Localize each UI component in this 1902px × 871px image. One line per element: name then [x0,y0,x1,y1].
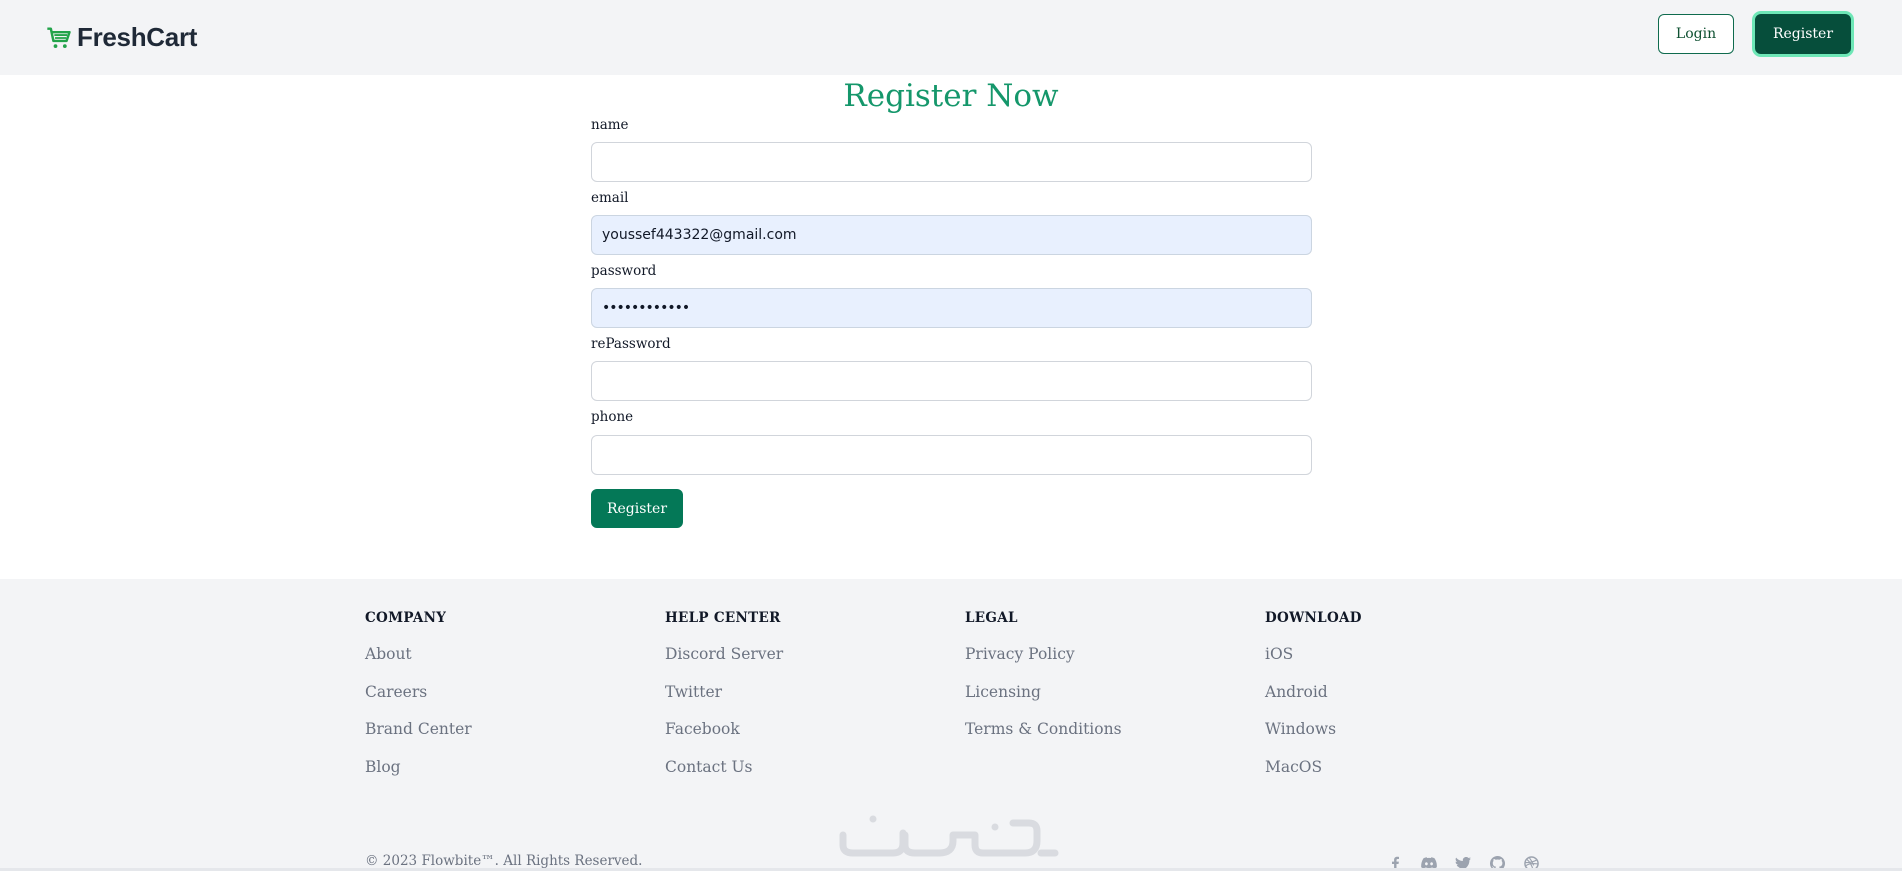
brand-name: FreshCart [77,22,198,52]
footer-column-download: DOWNLOAD iOS Android Windows MacOS [1265,610,1362,795]
name-label: name [591,117,629,133]
footer-link[interactable]: Brand Center [365,719,472,757]
footer: COMPANY About Careers Brand Center Blog … [0,579,1902,871]
footer-heading: HELP CENTER [665,610,781,626]
repassword-input[interactable] [591,361,1312,401]
footer-column-help-center: HELP CENTER Discord Server Twitter Faceb… [665,610,783,795]
footer-column-company: COMPANY About Careers Brand Center Blog [365,610,472,795]
footer-link[interactable]: About [365,644,472,682]
password-label: password [591,263,657,279]
password-input[interactable]: •••••••••••• [591,288,1312,328]
footer-link[interactable]: iOS [1265,644,1362,682]
footer-link[interactable]: Contact Us [665,757,783,795]
footer-link[interactable]: Android [1265,682,1362,720]
footer-link[interactable]: Facebook [665,719,783,757]
footer-link[interactable]: Twitter [665,682,783,720]
footer-column-legal: LEGAL Privacy Policy Licensing Terms & C… [965,610,1122,757]
email-input[interactable]: youssef443322@gmail.com [591,215,1312,255]
phone-input[interactable] [591,435,1312,475]
repassword-label: rePassword [591,336,671,352]
login-button[interactable]: Login [1658,14,1734,54]
khamsat-watermark-logo [839,815,1059,857]
name-input[interactable] [591,142,1312,182]
footer-link[interactable]: Discord Server [665,644,783,682]
register-submit-button[interactable]: Register [591,489,683,528]
page-title: Register Now [843,78,1059,114]
email-label: email [591,190,629,206]
brand-logo[interactable]: FreshCart [45,22,197,53]
footer-link[interactable]: Licensing [965,682,1122,720]
navbar: FreshCart Login Register [0,0,1902,75]
footer-link[interactable]: MacOS [1265,757,1362,795]
footer-heading: DOWNLOAD [1265,610,1362,626]
footer-link[interactable]: Terms & Conditions [965,719,1122,757]
phone-label: phone [591,409,634,425]
cart-icon [47,26,71,48]
footer-link[interactable]: Privacy Policy [965,644,1122,682]
footer-heading: LEGAL [965,610,1018,626]
copyright-text: © 2023 Flowbite™. All Rights Reserved. [365,853,643,869]
footer-link[interactable]: Blog [365,757,472,795]
footer-heading: COMPANY [365,610,447,626]
footer-link[interactable]: Careers [365,682,472,720]
footer-link[interactable]: Windows [1265,719,1362,757]
register-nav-button[interactable]: Register [1755,14,1851,54]
